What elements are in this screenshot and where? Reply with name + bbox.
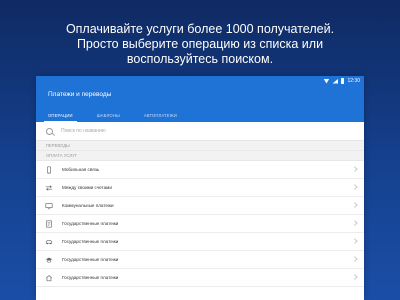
list-item-government-3[interactable]: Государственные платежи <box>36 251 364 269</box>
tab-operations[interactable]: ОПЕРАЦИИ <box>36 108 85 122</box>
promo-line-1: Оплачивайте услуги более 1000 получателе… <box>65 22 335 36</box>
phone-icon <box>36 165 62 174</box>
section-services: ОПЛАТА УСЛУГ <box>36 151 364 161</box>
list-item-government-1[interactable]: Государственные платежи <box>36 215 364 233</box>
search-bar <box>36 122 364 141</box>
list-item-label: Государственные платежи <box>62 257 119 262</box>
search-input[interactable] <box>61 128 261 134</box>
chevron-right-icon <box>351 220 357 226</box>
list-item-utilities[interactable]: Коммунальные платежи <box>36 197 364 215</box>
chevron-right-icon <box>351 202 357 208</box>
page-title: Платежи и переводы <box>48 91 112 98</box>
tab-bar: ОПЕРАЦИИ ШАБЛОНЫ АВТОПЛАТЕЖИ <box>36 108 364 122</box>
promo-line-2: Просто выберите операцию из списка или <box>76 37 324 51</box>
promo-line-3: воспользуйтесь поиском. <box>126 52 274 66</box>
tab-autopayments[interactable]: АВТОПЛАТЕЖИ <box>132 108 189 122</box>
tablet-screen: 12:30 Платежи и переводы ОПЕРАЦИИ ШАБЛОН… <box>36 76 364 300</box>
chevron-right-icon <box>351 238 357 244</box>
list-item-label: Коммунальные платежи <box>62 203 114 208</box>
list-item-own-accounts[interactable]: Между своими счетами <box>36 179 364 197</box>
status-bar: 12:30 <box>323 76 360 86</box>
home-icon <box>36 274 62 282</box>
list-item-label: Государственные платежи <box>62 239 119 244</box>
list-item-government-4[interactable]: Государственные платежи <box>36 269 364 287</box>
chevron-right-icon <box>351 256 357 262</box>
list-item-label: Государственные платежи <box>62 221 119 226</box>
battery-icon <box>341 78 345 84</box>
chevron-right-icon <box>351 166 357 172</box>
list-item-label: Мобильная связь <box>62 167 100 172</box>
promo-text: Оплачивайте услуги более 1000 получателе… <box>0 22 400 67</box>
car-icon <box>36 238 62 246</box>
list-item-label: Государственные платежи <box>62 275 119 280</box>
tab-templates[interactable]: ШАБЛОНЫ <box>85 108 132 122</box>
list-item-label: Между своими счетами <box>62 185 112 190</box>
list-item-mobile[interactable]: Мобильная связь <box>36 161 364 179</box>
section-transfers: ПЕРЕВОДЫ <box>36 141 364 151</box>
signal-icon <box>332 78 339 84</box>
app-header: 12:30 Платежи и переводы ОПЕРАЦИИ ШАБЛОН… <box>36 76 364 122</box>
status-time: 12:30 <box>347 78 360 84</box>
wifi-icon <box>323 78 330 84</box>
document-icon <box>36 219 62 228</box>
tv-icon <box>36 202 62 210</box>
chevron-right-icon <box>351 184 357 190</box>
swap-arrows-icon <box>36 184 62 192</box>
chevron-right-icon <box>351 274 357 280</box>
search-icon <box>46 127 53 135</box>
graduation-cap-icon <box>36 256 62 264</box>
list-item-government-2[interactable]: Государственные платежи <box>36 233 364 251</box>
